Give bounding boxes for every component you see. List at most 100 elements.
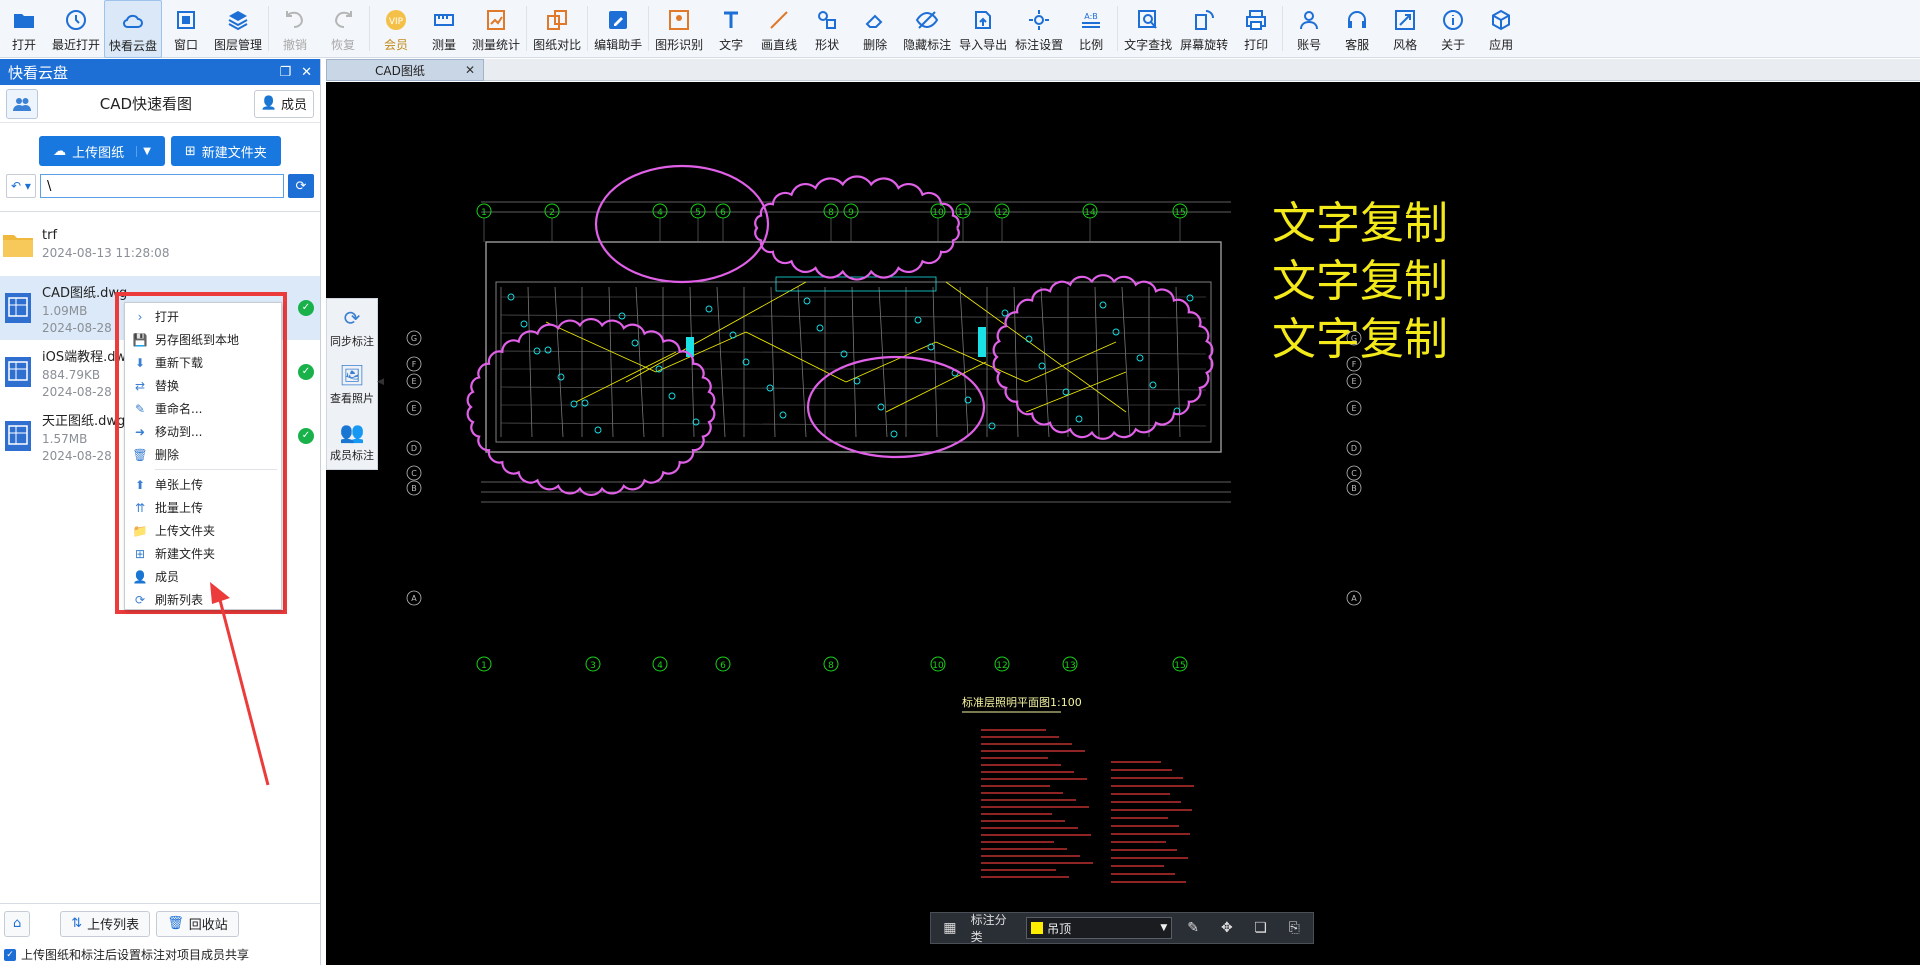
toolbar-rotate-screen-button[interactable]: 屏幕旋转 <box>1176 0 1232 58</box>
toolbar-eraser-button[interactable]: 删除 <box>851 0 899 58</box>
toolbar-cloud-button[interactable]: 快看云盘 <box>104 0 163 58</box>
trash-icon: 🗑 <box>132 447 148 462</box>
context-menu-item[interactable]: ⇄ 替换 <box>125 374 281 397</box>
toolbar-undo-button[interactable]: 撤销 <box>271 0 319 58</box>
photo-icon: 🖼 <box>339 363 365 387</box>
upload-list-button[interactable]: ⇅ 上传列表 <box>60 910 151 937</box>
wall-line <box>554 286 564 438</box>
team-icon <box>13 97 31 111</box>
share-checkbox[interactable]: ✓ <box>4 948 16 961</box>
light-fixture <box>631 339 639 347</box>
toolbar-folder-open-button[interactable]: 打开 <box>0 0 48 58</box>
wall-line <box>500 422 1207 427</box>
move-icon: ➜ <box>134 424 146 439</box>
toolbar-markup-settings-button[interactable]: 标注设置 <box>1011 0 1067 58</box>
edit-markup-icon[interactable]: ✎ <box>1180 917 1206 939</box>
context-menu-item[interactable]: ➜ 移动到... <box>125 420 281 443</box>
toolbar-measure-button[interactable]: 测量 <box>420 0 468 58</box>
wall-line <box>635 286 645 438</box>
menu-item-label: 移动到... <box>155 425 203 439</box>
context-menu-item[interactable]: ⬆ 单张上传 <box>125 473 281 496</box>
context-menu-item[interactable]: 👤 成员 <box>125 565 281 588</box>
context-menu-item[interactable]: › 打开 <box>125 305 281 328</box>
toolbar-label: 删除 <box>863 38 888 52</box>
toolbar-window-button[interactable]: 窗口 <box>162 0 210 58</box>
toolbar-shape-button[interactable]: 形状 <box>803 0 851 58</box>
path-input[interactable] <box>40 174 284 198</box>
drawing-canvas[interactable]: 1 2 4 5 6 8 9 10 11 12 14 15 1 3 4 6 8 10 12 13 15 G G F F E E E E D D… <box>326 82 1920 965</box>
context-menu-item[interactable]: ✎ 重命名... <box>125 397 281 420</box>
upload-button[interactable]: ☁ 上传图纸 ▼ <box>39 136 165 166</box>
home-button[interactable]: ⌂ <box>4 910 31 937</box>
share-option[interactable]: ✓ 上传图纸和标注后设置标注对项目成员共享 <box>4 946 249 963</box>
copy-markup-icon[interactable]: ❏ <box>1248 917 1274 939</box>
compare-icon <box>547 10 568 30</box>
toolbar-import-export-button[interactable]: 导入导出 <box>955 0 1011 58</box>
cloud-upload-icon: ☁ <box>53 143 67 159</box>
toolbar-measure-stats-button[interactable]: 测量统计 <box>468 0 524 58</box>
back-button[interactable]: ↶ ▾ <box>6 174 36 198</box>
strip-members-button[interactable]: 👥 成员标注 <box>327 413 377 470</box>
path-refresh-button[interactable]: ⟳ <box>288 174 314 198</box>
strip-photo-button[interactable]: 🖼 查看照片 <box>327 356 377 413</box>
context-menu-item[interactable]: ⟳ 刷新列表 <box>125 588 281 611</box>
menu-item-label: 单张上传 <box>155 478 204 492</box>
scale-icon: A:B <box>1082 12 1101 28</box>
upload-dropdown-icon[interactable]: ▼ <box>136 145 151 157</box>
toolbar-compare-button[interactable]: 图纸对比 <box>529 0 585 58</box>
file-size: 1.57MB <box>42 431 88 446</box>
panel-header-title: CAD快速看图 <box>99 95 193 113</box>
toolbar-edit-assistant-button[interactable]: 编辑助手 <box>590 0 646 58</box>
strip-collapse-icon[interactable]: ◀ <box>377 377 384 387</box>
context-menu-item[interactable]: 📁 上传文件夹 <box>125 519 281 542</box>
toolbar-style-button[interactable]: 风格 <box>1381 0 1429 58</box>
team-button[interactable] <box>6 88 38 119</box>
toolbar-layers-button[interactable]: 图层管理 <box>210 0 266 58</box>
context-menu-item[interactable]: ⊞ 新建文件夹 <box>125 542 281 565</box>
light-fixture <box>544 346 552 354</box>
recycle-button[interactable]: 🗑 回收站 <box>156 910 239 937</box>
category-color-swatch <box>1031 922 1044 934</box>
context-menu-item[interactable]: ⬇ 重新下载 <box>125 351 281 374</box>
new-folder-button[interactable]: ⊞ 新建文件夹 <box>170 136 281 166</box>
toolbar-redo-button[interactable]: 恢复 <box>319 0 367 58</box>
toolbar-apps-button[interactable]: 应用 <box>1477 0 1525 58</box>
menu-item-label: 另存图纸到本地 <box>155 333 240 347</box>
toolbar-shape-recognize-button[interactable]: 图形识别 <box>651 0 707 58</box>
toolbar-label: 屏幕旋转 <box>1180 38 1229 52</box>
toolbar-scale-button[interactable]: A:B 比例 <box>1067 0 1115 58</box>
light-fixture <box>988 422 996 430</box>
row-label: D <box>411 444 417 453</box>
undo-icon <box>286 11 303 28</box>
wire-line <box>575 351 677 403</box>
toolbar-text-button[interactable]: 文字 <box>707 0 755 58</box>
toolbar-label: 标注设置 <box>1015 38 1064 52</box>
markup-category-bar: ▦ 标注分类 吊顶 ▼ ✎ ✥ ❏ ⎘ <box>930 912 1314 944</box>
toolbar-info-button[interactable]: 关于 <box>1429 0 1477 58</box>
tab-close-icon[interactable]: ✕ <box>465 63 475 77</box>
toolbar-vip-button[interactable]: VIP 会员 <box>372 0 420 58</box>
account-icon <box>1300 11 1319 30</box>
panel-restore-icon[interactable]: ❐ <box>279 65 291 80</box>
grid-apps-icon[interactable]: ▦ <box>937 917 963 939</box>
file-list-item[interactable]: trf 2024-08-13 11:28:08 <box>0 212 320 276</box>
context-menu-item[interactable]: 🗑 删除 <box>125 443 281 466</box>
markup-category-select[interactable]: 吊顶 ▼ <box>1026 917 1173 939</box>
toolbar-printer-button[interactable]: 打印 <box>1232 0 1280 58</box>
context-menu-item[interactable]: ⇈ 批量上传 <box>125 496 281 519</box>
light-fixture <box>1038 362 1046 370</box>
toolbar-line-button[interactable]: 画直线 <box>755 0 803 58</box>
document-tab[interactable]: CAD图纸 ✕ <box>326 59 484 81</box>
row-label: D <box>1351 444 1357 453</box>
toolbar-text-search-button[interactable]: 文字查找 <box>1120 0 1176 58</box>
toolbar-recent-button[interactable]: 最近打开 <box>48 0 104 58</box>
move-markup-icon[interactable]: ✥ <box>1214 917 1240 939</box>
context-menu-item[interactable]: 💾 另存图纸到本地 <box>125 328 281 351</box>
panel-close-icon[interactable]: ✕ <box>301 65 312 80</box>
member-button[interactable]: 👤 成员 <box>253 89 314 118</box>
toolbar-headset-button[interactable]: 客服 <box>1333 0 1381 58</box>
strip-sync-button[interactable]: ⟳ 同步标注 <box>327 299 377 356</box>
toolbar-account-button[interactable]: 账号 <box>1285 0 1333 58</box>
paste-markup-icon[interactable]: ⎘ <box>1281 917 1307 939</box>
toolbar-hide-markup-button[interactable]: 隐藏标注 <box>899 0 955 58</box>
